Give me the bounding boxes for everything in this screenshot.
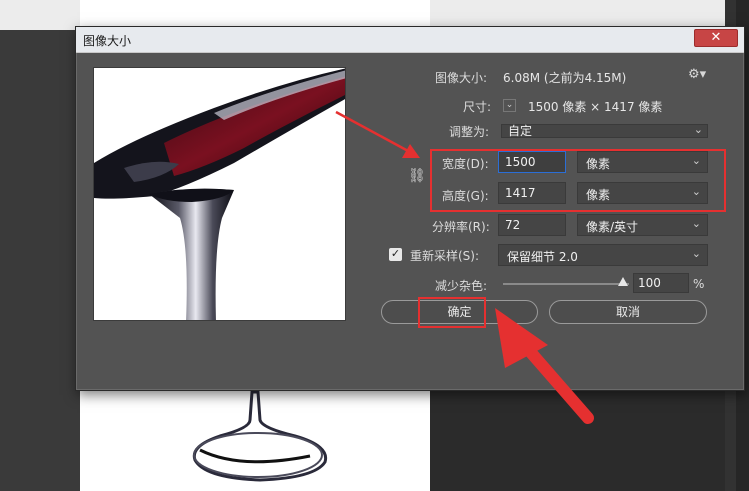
workspace-left-panel — [0, 0, 80, 491]
fit-to-label: 调整为: — [449, 125, 490, 139]
cancel-button[interactable]: 取消 — [549, 300, 707, 324]
reduce-noise-input[interactable]: 100 — [633, 273, 689, 293]
chevron-down-icon: ⌄ — [693, 123, 703, 136]
reduce-noise-label: 减少杂色: — [435, 279, 488, 293]
fit-to-select[interactable]: 自定 ⌄ — [501, 124, 708, 138]
ok-button-label: 确定 — [447, 305, 472, 319]
resolution-unit: 像素/英寸 — [586, 220, 639, 234]
close-button[interactable]: ✕ — [694, 29, 738, 47]
height-input[interactable]: 1417 — [498, 182, 566, 204]
width-unit: 像素 — [586, 157, 611, 171]
ok-button[interactable]: 确定 — [381, 300, 538, 324]
height-unit: 像素 — [586, 188, 611, 202]
resolution-label: 分辨率(R): — [432, 220, 490, 234]
image-size-dialog: 图像大小 ✕ 图像大小: 6.08M (之前为4.15M) ⚙▾ 尺寸: ⌄ 1… — [75, 26, 745, 391]
height-label: 高度(G): — [442, 189, 489, 203]
chevron-down-icon[interactable]: ⌄ — [503, 99, 516, 112]
wine-glass-preview — [94, 68, 345, 320]
chevron-down-icon: ⌄ — [691, 247, 701, 260]
height-value: 1417 — [505, 186, 536, 200]
resolution-value: 72 — [505, 218, 521, 232]
resample-value: 保留细节 2.0 — [507, 250, 578, 264]
image-size-label: 图像大小: — [435, 71, 488, 85]
dialog-titlebar[interactable]: 图像大小 ✕ — [76, 27, 744, 53]
width-value: 1500 — [505, 155, 536, 169]
resolution-unit-select[interactable]: 像素/英寸 ⌄ — [577, 214, 708, 236]
close-icon: ✕ — [710, 30, 722, 45]
width-unit-select[interactable]: 像素 ⌄ — [577, 151, 708, 173]
reduce-noise-value: 100 — [638, 276, 661, 290]
reduce-noise-unit: % — [693, 277, 705, 291]
fit-to-value: 自定 — [508, 124, 533, 138]
chevron-down-icon: ⌄ — [691, 185, 701, 198]
reduce-noise-slider[interactable] — [503, 283, 629, 285]
gear-icon[interactable]: ⚙▾ — [688, 67, 706, 82]
width-label: 宽度(D): — [442, 157, 489, 171]
chain-link-icon[interactable]: ⛓ — [408, 168, 426, 184]
width-input[interactable]: 1500 — [498, 151, 566, 173]
image-size-value: 6.08M (之前为4.15M) — [503, 71, 627, 85]
chevron-down-icon: ⌄ — [691, 154, 701, 167]
reduce-noise-slider-thumb[interactable] — [618, 277, 628, 286]
resample-label: 重新采样(S): — [410, 249, 480, 263]
resolution-input[interactable]: 72 — [498, 214, 566, 236]
dimensions-label: 尺寸: — [463, 100, 492, 114]
cancel-button-label: 取消 — [615, 305, 640, 319]
resample-select[interactable]: 保留细节 2.0 ⌄ — [498, 244, 708, 266]
checkmark-icon: ✓ — [390, 247, 401, 260]
dimensions-value: 1500 像素 × 1417 像素 — [528, 100, 663, 114]
chevron-down-icon: ⌄ — [691, 217, 701, 230]
height-unit-select[interactable]: 像素 ⌄ — [577, 182, 708, 204]
image-preview[interactable] — [93, 67, 346, 321]
resample-checkbox[interactable]: ✓ — [389, 248, 402, 261]
dialog-title: 图像大小 — [83, 34, 132, 48]
